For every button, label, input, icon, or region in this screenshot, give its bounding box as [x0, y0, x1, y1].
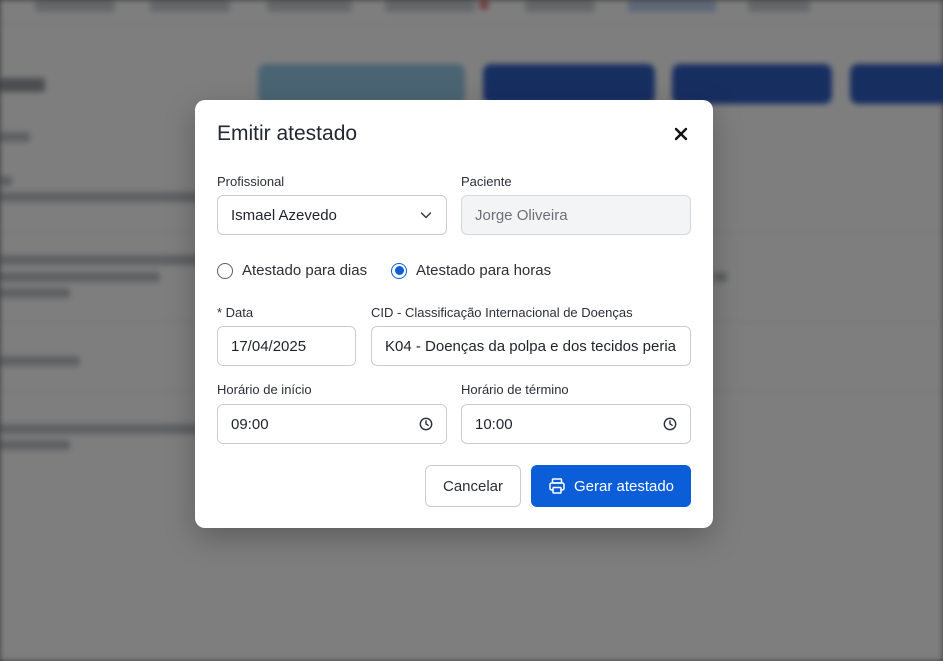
printer-icon: [548, 477, 566, 495]
issue-certificate-dialog: Emitir atestado Profissional Ismael Azev…: [195, 100, 713, 528]
dialog-title: Emitir atestado: [217, 122, 358, 145]
generate-certificate-button[interactable]: Gerar atestado: [531, 465, 691, 507]
chevron-down-icon: [418, 207, 434, 223]
professional-value: Ismael Azevedo: [231, 206, 337, 224]
cid-value: K04 - Doenças da polpa e dos tecidos per…: [385, 337, 677, 355]
radio-hours[interactable]: Atestado para horas: [391, 262, 551, 279]
professional-select[interactable]: Ismael Azevedo: [217, 195, 447, 235]
date-value: 17/04/2025: [231, 337, 307, 355]
date-label: * Data: [217, 305, 254, 320]
close-button[interactable]: [669, 124, 693, 148]
cid-input[interactable]: K04 - Doenças da polpa e dos tecidos per…: [371, 326, 691, 366]
cancel-button[interactable]: Cancelar: [425, 465, 521, 507]
radio-days-label: Atestado para dias: [242, 262, 368, 279]
close-icon: [674, 127, 688, 146]
date-input[interactable]: 17/04/2025: [217, 326, 356, 366]
professional-label: Profissional: [217, 174, 285, 189]
start-time-label: Horário de início: [217, 382, 312, 397]
radio-hours-label: Atestado para horas: [416, 262, 552, 279]
patient-value: Jorge Oliveira: [475, 206, 568, 224]
radio-days-indicator: [217, 262, 233, 279]
radio-hours-indicator: [391, 262, 407, 279]
cid-label: CID - Classificação Internacional de Doe…: [371, 305, 633, 320]
patient-label: Paciente: [461, 174, 512, 189]
end-time-input[interactable]: 10:00: [461, 404, 691, 444]
generate-certificate-label: Gerar atestado: [573, 477, 675, 495]
clock-icon[interactable]: [662, 416, 678, 432]
radio-days[interactable]: Atestado para dias: [217, 262, 367, 279]
end-time-value: 10:00: [475, 415, 513, 433]
start-time-input[interactable]: 09:00: [217, 404, 447, 444]
start-time-value: 09:00: [231, 415, 269, 433]
clock-icon[interactable]: [418, 416, 434, 432]
cancel-button-label: Cancelar: [442, 477, 504, 495]
end-time-label: Horário de término: [461, 382, 569, 397]
patient-field: Jorge Oliveira: [461, 195, 691, 235]
